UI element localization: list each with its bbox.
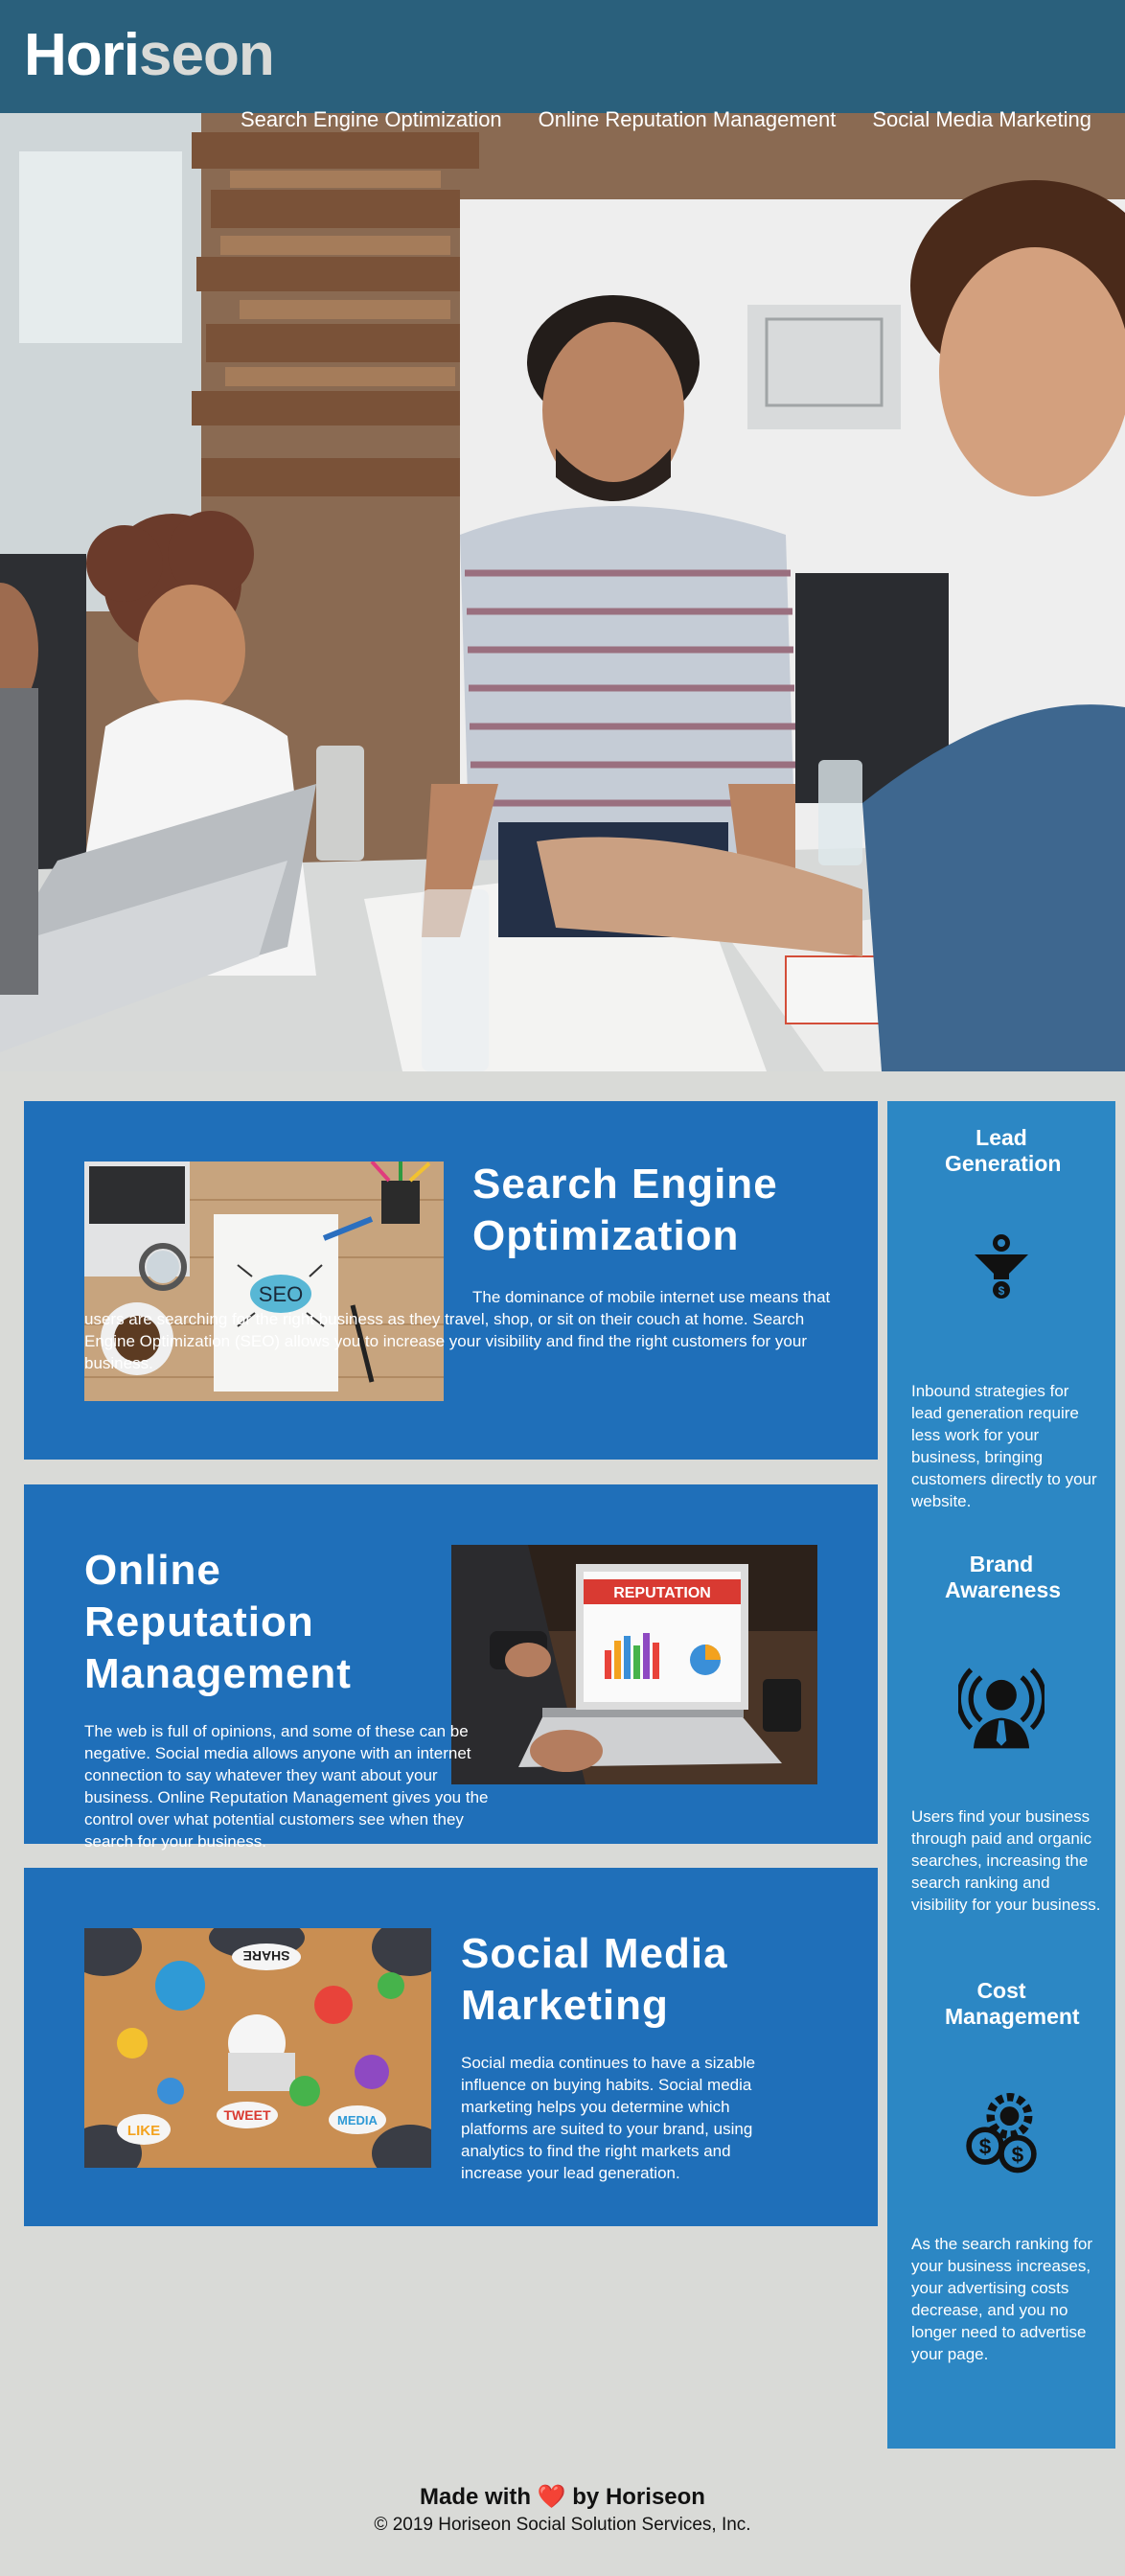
section-body-seo: The dominance of mobile internet use mea… — [84, 1288, 831, 1372]
benefit-title-cost-management: Cost Management — [945, 1978, 1080, 2029]
footer-made-with: Made with ❤️ by Horiseon — [0, 2482, 1125, 2513]
section-reputation: REPUTATION Online Reputation Management … — [24, 1484, 878, 1851]
logo-suffix: seon — [139, 22, 275, 88]
reputation-image-text: REPUTATION — [613, 1585, 711, 1601]
svg-text:$: $ — [979, 2135, 992, 2159]
nav-link-seo[interactable]: Search Engine Optimization — [241, 107, 502, 132]
cost-management-icon: $ $ — [966, 2093, 1037, 2174]
section-body-reputation: The web is full of opinions, and some of… — [84, 1722, 489, 1851]
lead-generation-icon: $ — [975, 1234, 1028, 1299]
benefit-body-lead-generation: Inbound strategies for lead generation r… — [911, 1382, 1097, 1510]
brand-awareness-icon — [958, 1668, 1045, 1749]
hero-image — [0, 113, 1125, 1071]
section-body-social-media: Social media continues to have a sizable… — [461, 2054, 756, 2182]
reputation-image: REPUTATION — [451, 1545, 817, 1784]
heart-icon: ❤️ — [537, 2484, 566, 2510]
section-title-seo: Search Engine Optimization — [472, 1161, 778, 1259]
nav-link-social-media[interactable]: Social Media Marketing — [872, 107, 1091, 132]
social-image-word-media: MEDIA — [337, 2113, 379, 2128]
site-footer: Made with ❤️ by Horiseon © 2019 Horiseon… — [0, 2482, 1125, 2538]
social-image-word-like: LIKE — [127, 2123, 160, 2139]
footer-copyright: © 2019 Horiseon Social Solution Services… — [374, 2515, 751, 2535]
benefit-title-brand-awareness: Brand Awareness — [945, 1552, 1062, 1602]
section-social-media: SHARE TWEET LIKE MEDIA Social Media Mark… — [24, 1868, 878, 2226]
footer-made-suffix: by Horiseon — [572, 2484, 705, 2510]
benefit-body-brand-awareness: Users find your business through paid an… — [911, 1807, 1101, 1914]
svg-text:$: $ — [1012, 2143, 1024, 2167]
svg-text:$: $ — [999, 1284, 1005, 1298]
logo-prefix: Hori — [24, 22, 140, 88]
site-header: Horiseon — [0, 0, 1125, 113]
benefit-title-lead-generation: Lead Generation — [945, 1125, 1062, 1176]
social-media-image: SHARE TWEET LIKE MEDIA — [84, 1928, 431, 2168]
site-logo[interactable]: Horiseon — [24, 21, 275, 89]
section-title-reputation: Online Reputation Management — [84, 1547, 352, 1697]
social-image-word-share: SHARE — [242, 1948, 289, 1964]
section-title-social-media: Social Media Marketing — [461, 1930, 728, 2029]
main-nav: Search Engine Optimization Online Reputa… — [241, 107, 1091, 132]
social-image-word-tweet: TWEET — [224, 2107, 271, 2123]
footer-made-prefix: Made with — [420, 2484, 532, 2510]
benefit-body-cost-management: As the search ranking for your business … — [911, 2235, 1092, 2363]
section-seo: SEO Search Engine Optimization The domin… — [24, 1101, 878, 1460]
benefits-sidebar: Lead Generation $ Inbound strategies for… — [887, 1101, 1115, 2449]
nav-link-reputation[interactable]: Online Reputation Management — [539, 107, 837, 132]
